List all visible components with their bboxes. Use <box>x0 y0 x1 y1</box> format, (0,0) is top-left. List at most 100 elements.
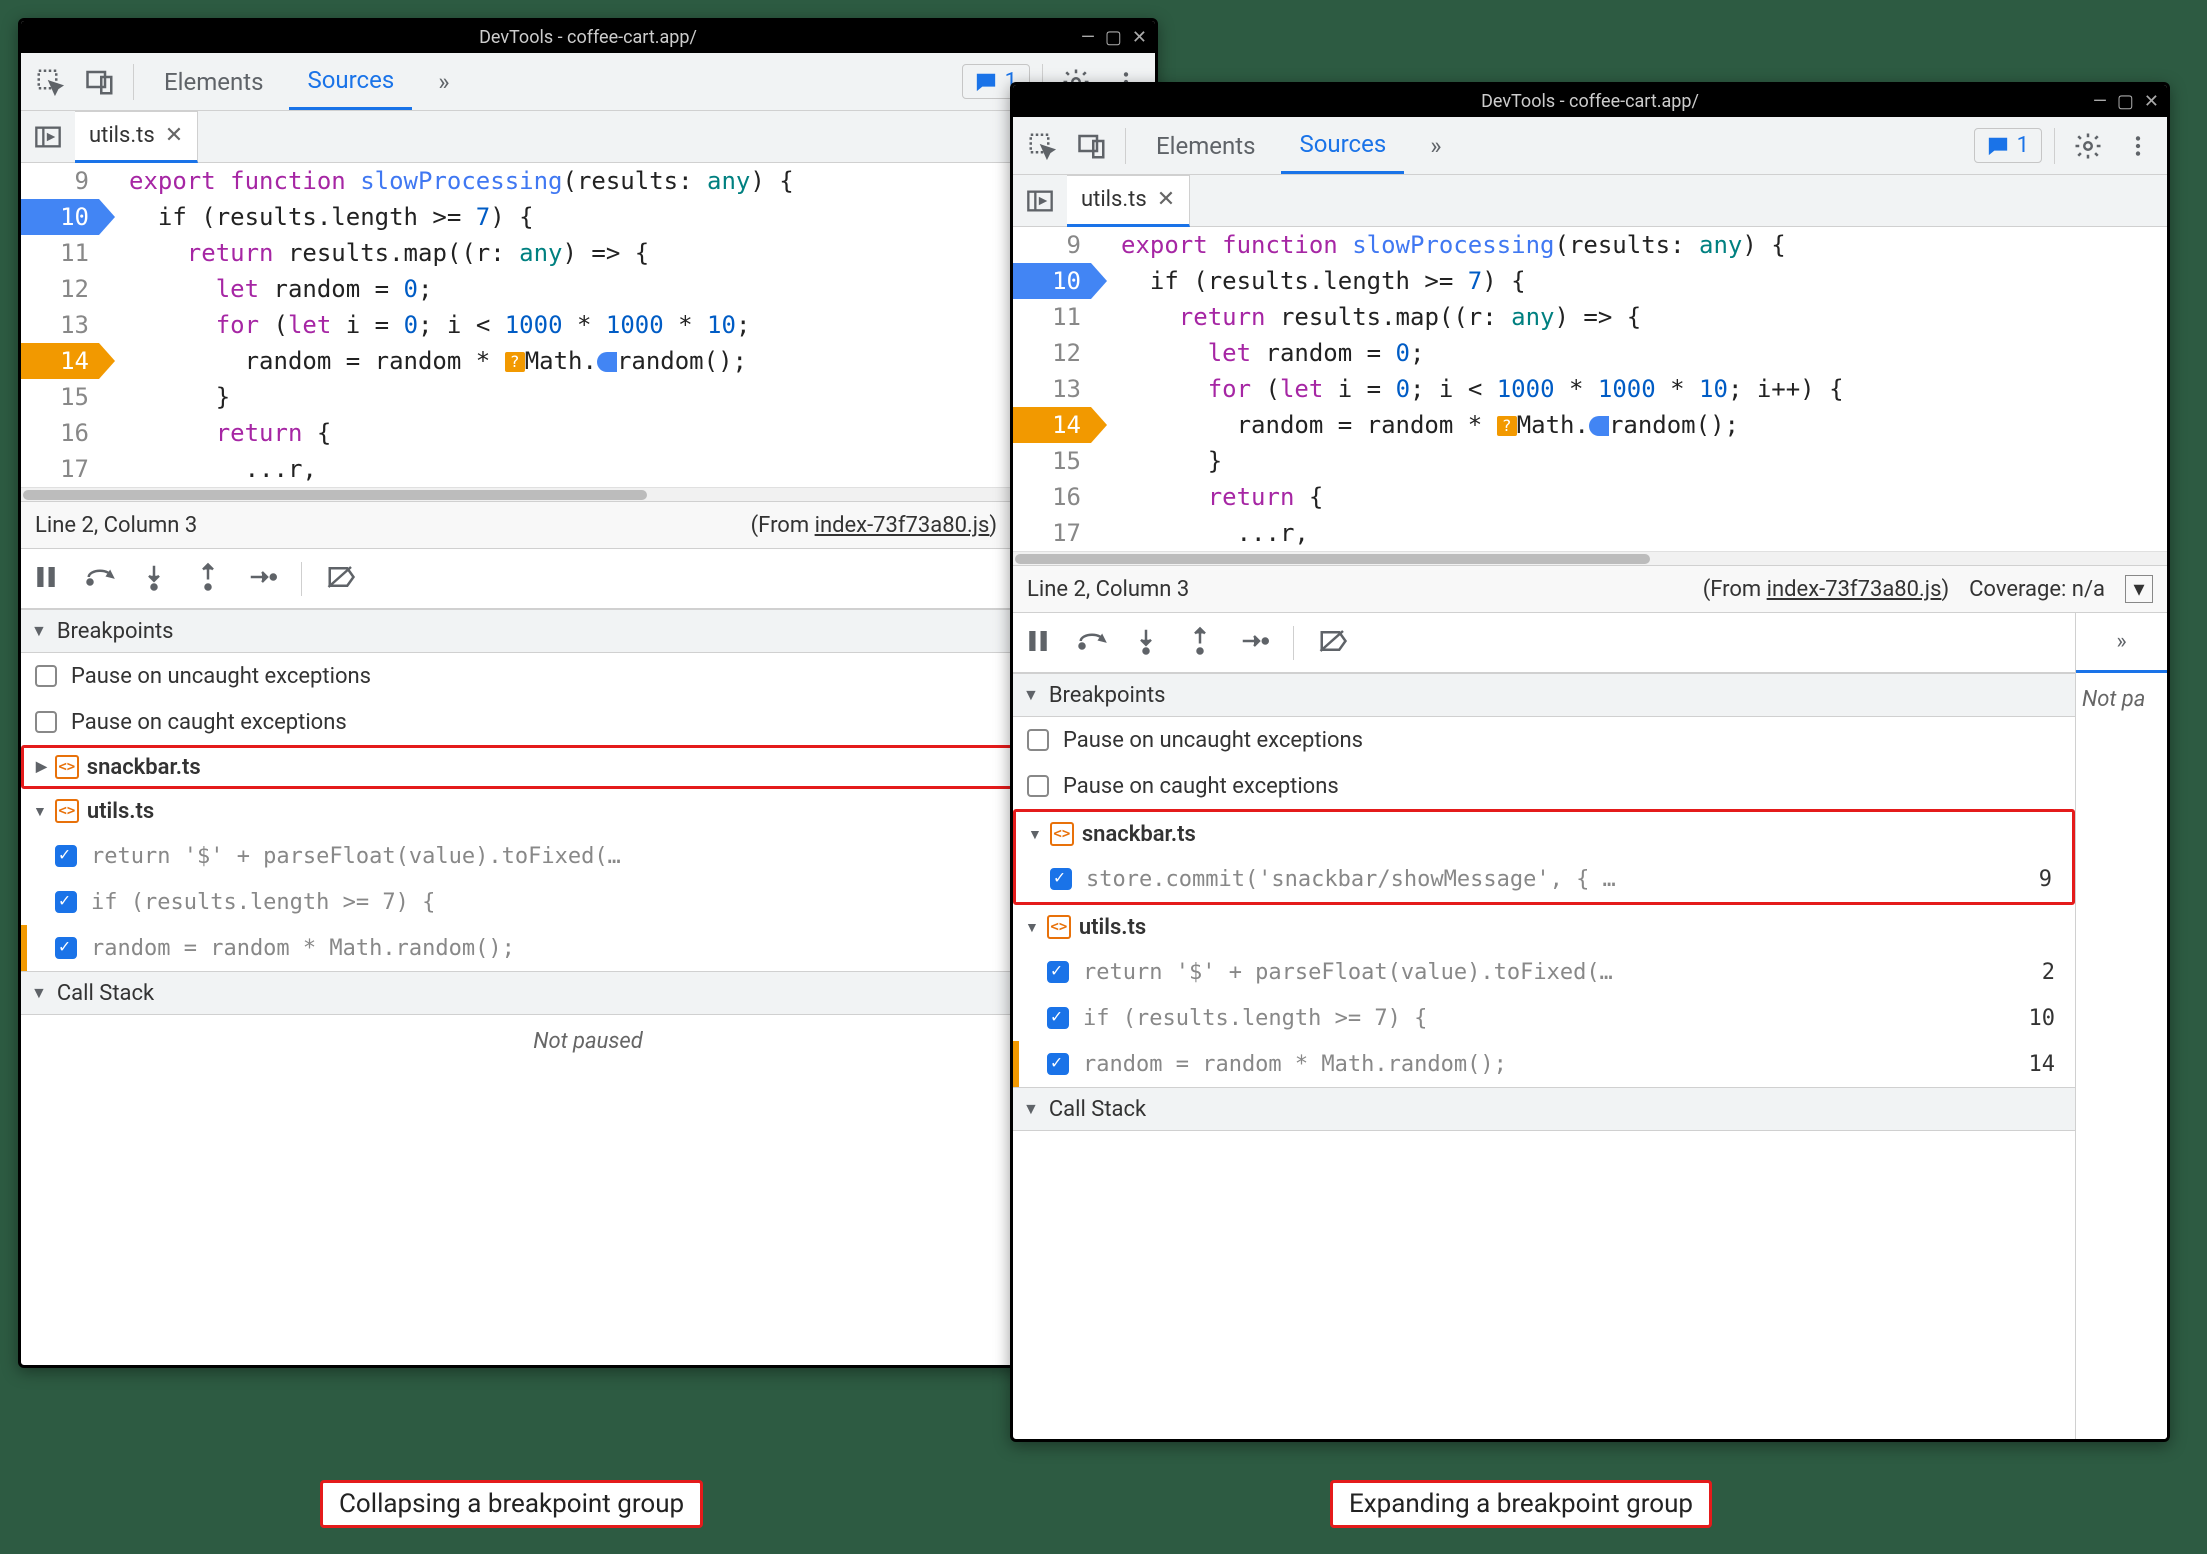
pause-resume-button[interactable] <box>1023 626 1053 660</box>
line-number[interactable]: 17 <box>1013 515 1091 551</box>
line-number[interactable]: 13 <box>21 307 99 343</box>
breakpoint-row[interactable]: random = random * Math.random(); 14 <box>21 925 1155 971</box>
code-editor[interactable]: 9 10 11 12 13 14 15 16 17 export functio… <box>1013 227 2167 551</box>
tab-sources[interactable]: Sources <box>1281 118 1404 174</box>
minimize-button[interactable]: — <box>1081 27 1095 48</box>
checkbox[interactable] <box>1027 729 1049 751</box>
line-gutter[interactable]: 9 10 11 12 13 14 15 16 17 <box>21 163 105 487</box>
inspect-icon[interactable] <box>1021 125 1063 167</box>
line-number[interactable]: 11 <box>1013 299 1091 335</box>
line-number[interactable]: 15 <box>21 379 99 415</box>
breakpoint-group-utils[interactable]: ▼ <> utils.ts <box>21 789 1155 833</box>
warning-inline-icon: ? <box>505 352 525 372</box>
checkbox-checked[interactable] <box>55 845 77 867</box>
close-tab-icon[interactable]: ✕ <box>165 123 183 148</box>
step-out-button[interactable] <box>193 562 223 596</box>
line-number[interactable]: 11 <box>21 235 99 271</box>
line-number[interactable]: 16 <box>21 415 99 451</box>
close-button[interactable]: ✕ <box>1132 27 1147 48</box>
step-into-button[interactable] <box>139 562 169 596</box>
file-tab-utils[interactable]: utils.ts ✕ <box>75 111 198 163</box>
coverage-dropdown-icon[interactable]: ▾ <box>2125 575 2153 603</box>
tab-more[interactable]: » <box>420 54 467 110</box>
close-tab-icon[interactable]: ✕ <box>1157 187 1175 212</box>
line-number-breakpoint[interactable]: 10 <box>21 199 99 235</box>
line-number-conditional-bp[interactable]: 14 <box>21 343 99 379</box>
step-button[interactable] <box>1239 626 1269 660</box>
breakpoints-panel-header[interactable]: ▼ Breakpoints <box>1013 673 2075 717</box>
checkbox-checked[interactable] <box>55 937 77 959</box>
breakpoint-group-header[interactable]: ▼ <> snackbar.ts <box>1016 812 2072 856</box>
line-number[interactable]: 9 <box>1013 227 1091 263</box>
line-number-breakpoint[interactable]: 10 <box>1013 263 1091 299</box>
checkbox[interactable] <box>35 711 57 733</box>
tab-elements[interactable]: Elements <box>146 54 281 110</box>
horizontal-scrollbar[interactable] <box>21 487 1155 501</box>
file-tab-utils[interactable]: utils.ts ✕ <box>1067 175 1190 227</box>
horizontal-scrollbar[interactable] <box>1013 551 2167 565</box>
breakpoint-row[interactable]: store.commit('snackbar/showMessage', { …… <box>1016 856 2072 902</box>
step-over-button[interactable] <box>1077 626 1107 660</box>
settings-icon[interactable] <box>2067 125 2109 167</box>
breakpoint-row[interactable]: return '$' + parseFloat(value).toFixed(…… <box>21 833 1155 879</box>
step-over-button[interactable] <box>85 562 115 596</box>
breakpoint-row[interactable]: if (results.length >= 7) { 10 <box>1013 995 2075 1041</box>
checkbox-checked[interactable] <box>1050 868 1072 890</box>
code-editor[interactable]: 9 10 11 12 13 14 15 16 17 export functio… <box>21 163 1155 487</box>
pause-resume-button[interactable] <box>31 562 61 596</box>
file-tab-bar: utils.ts ✕ <box>1013 175 2167 227</box>
sidebar-more-tabs[interactable]: » <box>2076 613 2167 673</box>
device-toggle-icon[interactable] <box>1071 125 1113 167</box>
line-number[interactable]: 17 <box>21 451 99 487</box>
breakpoint-row[interactable]: if (results.length >= 7) { 10 <box>21 879 1155 925</box>
source-map-link[interactable]: index-73f73a80.js <box>815 513 990 538</box>
checkbox-checked[interactable] <box>1047 1007 1069 1029</box>
source-map-link[interactable]: index-73f73a80.js <box>1767 577 1942 602</box>
breakpoint-group-utils[interactable]: ▼ <> utils.ts <box>1013 905 2075 949</box>
line-number[interactable]: 12 <box>1013 335 1091 371</box>
kebab-menu-icon[interactable] <box>2117 125 2159 167</box>
step-button[interactable] <box>247 562 277 596</box>
checkbox[interactable] <box>35 665 57 687</box>
callstack-panel-header[interactable]: ▼ Call Stack <box>1013 1087 2075 1131</box>
breakpoints-panel-header[interactable]: ▼ Breakpoints <box>21 609 1155 653</box>
navigator-toggle-icon[interactable] <box>1019 180 1061 222</box>
inspect-icon[interactable] <box>29 61 71 103</box>
line-number[interactable]: 16 <box>1013 479 1091 515</box>
pause-caught-row[interactable]: Pause on caught exceptions <box>21 699 1155 745</box>
minimize-button[interactable]: — <box>2093 91 2107 112</box>
tab-more[interactable]: » <box>1412 118 1459 174</box>
deactivate-breakpoints-button[interactable] <box>326 562 356 596</box>
line-number[interactable]: 13 <box>1013 371 1091 407</box>
breakpoint-row[interactable]: random = random * Math.random(); 14 <box>1013 1041 2075 1087</box>
tab-sources[interactable]: Sources <box>289 54 412 110</box>
deactivate-breakpoints-button[interactable] <box>1318 626 1348 660</box>
checkbox-checked[interactable] <box>55 891 77 913</box>
line-number-conditional-bp[interactable]: 14 <box>1013 407 1091 443</box>
checkbox-checked[interactable] <box>1047 961 1069 983</box>
file-group-name: utils.ts <box>1079 915 1146 940</box>
line-number[interactable]: 9 <box>21 163 99 199</box>
line-gutter[interactable]: 9 10 11 12 13 14 15 16 17 <box>1013 227 1097 551</box>
line-number[interactable]: 15 <box>1013 443 1091 479</box>
line-number[interactable]: 12 <box>21 271 99 307</box>
callstack-panel-header[interactable]: ▼ Call Stack <box>21 971 1155 1015</box>
checkbox-checked[interactable] <box>1047 1053 1069 1075</box>
messages-button[interactable]: 1 <box>1974 128 2042 163</box>
device-toggle-icon[interactable] <box>79 61 121 103</box>
maximize-button[interactable]: ▢ <box>2117 91 2134 112</box>
breakpoint-row[interactable]: return '$' + parseFloat(value).toFixed(…… <box>1013 949 2075 995</box>
maximize-button[interactable]: ▢ <box>1105 27 1122 48</box>
close-button[interactable]: ✕ <box>2144 91 2159 112</box>
tab-elements[interactable]: Elements <box>1138 118 1273 174</box>
breakpoint-group-snackbar-collapsed[interactable]: ▶ <> snackbar.ts <box>21 745 1155 789</box>
checkbox[interactable] <box>1027 775 1049 797</box>
navigator-toggle-icon[interactable] <box>27 116 69 158</box>
code-content[interactable]: export function slowProcessing(results: … <box>1097 227 2167 551</box>
pause-uncaught-row[interactable]: Pause on uncaught exceptions <box>21 653 1155 699</box>
step-into-button[interactable] <box>1131 626 1161 660</box>
pause-uncaught-row[interactable]: Pause on uncaught exceptions <box>1013 717 2075 763</box>
code-content[interactable]: export function slowProcessing(results: … <box>105 163 1155 487</box>
step-out-button[interactable] <box>1185 626 1215 660</box>
pause-caught-row[interactable]: Pause on caught exceptions <box>1013 763 2075 809</box>
